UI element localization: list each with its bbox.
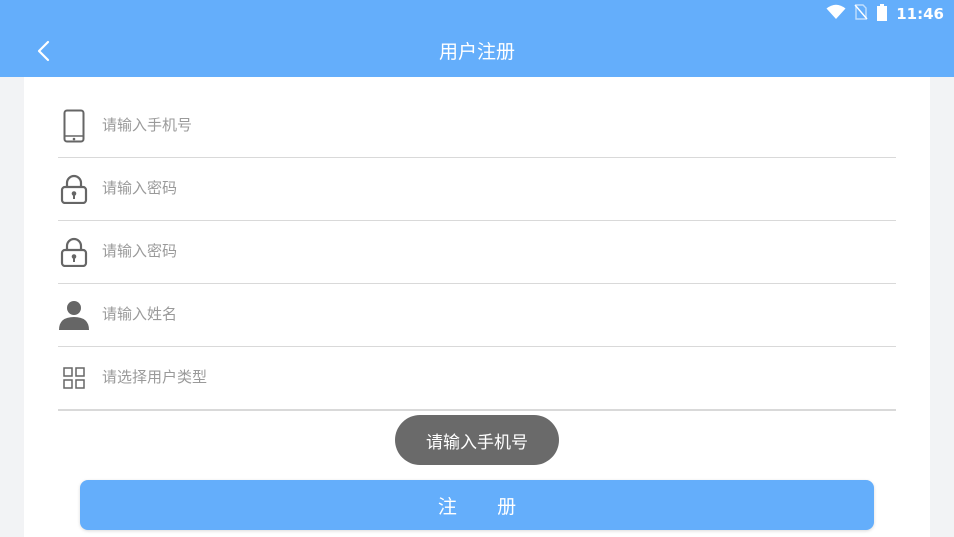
status-bar: 11:46	[0, 0, 954, 28]
status-icons: 11:46	[826, 3, 944, 25]
wifi-icon	[826, 4, 846, 24]
register-button[interactable]: 注 册	[80, 480, 874, 530]
phone-input[interactable]	[102, 110, 882, 140]
status-time: 11:46	[896, 5, 944, 23]
page-title: 用户注册	[438, 41, 515, 63]
lock-icon	[58, 157, 90, 220]
user-type-field-row: 请选择用户类型	[58, 346, 896, 411]
confirm-password-input[interactable]	[102, 236, 882, 266]
user-icon	[58, 283, 90, 346]
name-field-row	[58, 283, 896, 347]
name-input[interactable]	[102, 299, 882, 329]
register-button-label: 注 册	[437, 495, 534, 518]
lock-icon	[58, 220, 90, 283]
confirm-password-field-row	[58, 220, 896, 284]
register-form-card: 请选择用户类型	[24, 77, 930, 537]
password-input[interactable]	[102, 173, 882, 203]
toast-message: 请输入手机号	[395, 415, 559, 465]
grid-icon	[58, 346, 90, 409]
phone-icon	[58, 94, 90, 157]
no-sim-icon	[854, 4, 868, 24]
phone-field-row	[58, 94, 896, 158]
app-header: 用户注册	[0, 28, 954, 77]
battery-icon	[876, 3, 888, 25]
user-type-select[interactable]: 请选择用户类型	[102, 362, 882, 392]
password-field-row	[58, 157, 896, 221]
